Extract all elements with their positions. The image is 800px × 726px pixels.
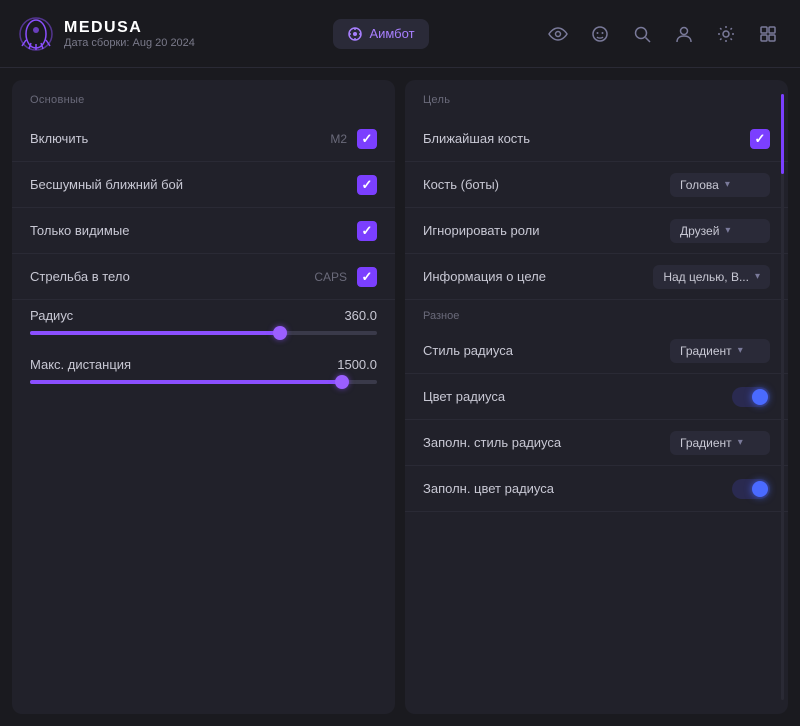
tab-aimbot-label: Аимбот: [369, 26, 414, 41]
chevron-down-icon-4: ▾: [738, 345, 743, 356]
chevron-down-icon: ▾: [725, 179, 730, 190]
eye-icon: [548, 24, 568, 44]
left-panel: Основные Включить M2 Бесшумный ближний б…: [12, 80, 395, 714]
row-ignore-roles-label: Игнорировать роли: [423, 223, 670, 238]
slider-radius-value: 360.0: [344, 308, 377, 323]
row-bone-bots-label: Кость (боты): [423, 177, 670, 192]
row-fill-radius-color: Заполн. цвет радиуса: [405, 466, 788, 512]
slider-maxdist-track[interactable]: [30, 380, 377, 384]
search-icon-btn[interactable]: [628, 20, 656, 48]
row-target-info-label: Информация о целе: [423, 269, 653, 284]
row-fill-radius-style: Заполн. стиль радиуса Градиент ▾: [405, 420, 788, 466]
row-visible-only-label: Только видимые: [30, 223, 357, 238]
main-content: Основные Включить M2 Бесшумный ближний б…: [0, 68, 800, 726]
dropdown-bone-bots[interactable]: Голова ▾: [670, 173, 770, 197]
search-icon: [632, 24, 652, 44]
toggle-radius-color-knob: [752, 389, 768, 405]
slider-radius-container: Радиус 360.0: [12, 300, 395, 349]
app-name: MEDUSA: [64, 19, 195, 37]
right-panel-title: Цель: [405, 94, 788, 116]
scrollbar[interactable]: [781, 94, 784, 700]
dropdown-radius-style-value: Градиент: [680, 344, 732, 358]
tab-aimbot[interactable]: Аимбот: [333, 19, 428, 49]
section-misc-title: Разное: [405, 304, 788, 328]
row-body-shot-label: Стрельба в тело: [30, 269, 314, 284]
right-panel: Цель Ближайшая кость Кость (боты) Голова…: [405, 80, 788, 714]
dropdown-fill-radius-style-value: Градиент: [680, 436, 732, 450]
face-icon-btn[interactable]: [586, 20, 614, 48]
row-ignore-roles: Игнорировать роли Друзей ▾: [405, 208, 788, 254]
face-icon: [590, 24, 610, 44]
checkbox-enable[interactable]: [357, 129, 377, 149]
dropdown-fill-radius-style[interactable]: Градиент ▾: [670, 431, 770, 455]
build-date: Дата сборки: Aug 20 2024: [64, 37, 195, 49]
row-nearest-bone: Ближайшая кость: [405, 116, 788, 162]
logo-icon: [18, 16, 54, 52]
logo-area: MEDUSA Дата сборки: Aug 20 2024: [18, 16, 218, 52]
row-body-shot-hint: CAPS: [314, 270, 347, 284]
slider-radius-label: Радиус: [30, 308, 73, 323]
slider-maxdist-value: 1500.0: [337, 357, 377, 372]
dropdown-ignore-roles[interactable]: Друзей ▾: [670, 219, 770, 243]
row-bone-bots: Кость (боты) Голова ▾: [405, 162, 788, 208]
slider-radius-fill: [30, 331, 280, 335]
slider-radius-thumb[interactable]: [273, 326, 287, 340]
row-body-shot: Стрельба в тело CAPS: [12, 254, 395, 300]
dropdown-ignore-roles-value: Друзей: [680, 224, 719, 238]
dropdown-bone-bots-value: Голова: [680, 178, 719, 192]
checkbox-visible-only[interactable]: [357, 221, 377, 241]
checkbox-nearest-bone[interactable]: [750, 129, 770, 149]
row-nearest-bone-label: Ближайшая кость: [423, 131, 750, 146]
row-fill-radius-color-label: Заполн. цвет радиуса: [423, 481, 732, 496]
scrollbar-thumb[interactable]: [781, 94, 784, 174]
left-panel-title: Основные: [12, 94, 395, 116]
row-radius-color-label: Цвет радиуса: [423, 389, 732, 404]
dropdown-radius-style[interactable]: Градиент ▾: [670, 339, 770, 363]
nav-tabs: Аимбот: [218, 19, 544, 49]
grid-icon: [758, 24, 778, 44]
slider-radius-track[interactable]: [30, 331, 377, 335]
aimbot-icon: [347, 26, 363, 42]
slider-maxdist-thumb[interactable]: [335, 375, 349, 389]
row-target-info: Информация о целе Над целью, В... ▾: [405, 254, 788, 300]
dropdown-target-info[interactable]: Над целью, В... ▾: [653, 265, 770, 289]
nav-icons: [544, 20, 782, 48]
row-visible-only: Только видимые: [12, 208, 395, 254]
chevron-down-icon-5: ▾: [738, 437, 743, 448]
logo-text: MEDUSA Дата сборки: Aug 20 2024: [64, 19, 195, 49]
dropdown-target-info-value: Над целью, В...: [663, 270, 749, 284]
checkbox-body-shot[interactable]: [357, 267, 377, 287]
checkbox-silent-melee[interactable]: [357, 175, 377, 195]
toggle-fill-radius-color[interactable]: [732, 479, 770, 499]
toggle-radius-color[interactable]: [732, 387, 770, 407]
header: MEDUSA Дата сборки: Aug 20 2024 Аимбот: [0, 0, 800, 68]
grid-icon-btn[interactable]: [754, 20, 782, 48]
row-radius-style: Стиль радиуса Градиент ▾: [405, 328, 788, 374]
row-fill-radius-style-label: Заполн. стиль радиуса: [423, 435, 670, 450]
chevron-down-icon-3: ▾: [755, 271, 760, 282]
gear-icon: [716, 24, 736, 44]
toggle-fill-radius-color-knob: [752, 481, 768, 497]
row-silent-melee: Бесшумный ближний бой: [12, 162, 395, 208]
row-enable-hint: M2: [330, 132, 347, 146]
row-radius-style-label: Стиль радиуса: [423, 343, 670, 358]
eye-icon-btn[interactable]: [544, 20, 572, 48]
gear-icon-btn[interactable]: [712, 20, 740, 48]
person-icon: [674, 24, 694, 44]
row-radius-color: Цвет радиуса: [405, 374, 788, 420]
slider-maxdist-fill: [30, 380, 342, 384]
person-icon-btn[interactable]: [670, 20, 698, 48]
chevron-down-icon-2: ▾: [725, 225, 730, 236]
slider-maxdist-label: Макс. дистанция: [30, 357, 131, 372]
slider-maxdist-container: Макс. дистанция 1500.0: [12, 349, 395, 398]
row-enable: Включить M2: [12, 116, 395, 162]
row-silent-melee-label: Бесшумный ближний бой: [30, 177, 357, 192]
row-enable-label: Включить: [30, 131, 330, 146]
